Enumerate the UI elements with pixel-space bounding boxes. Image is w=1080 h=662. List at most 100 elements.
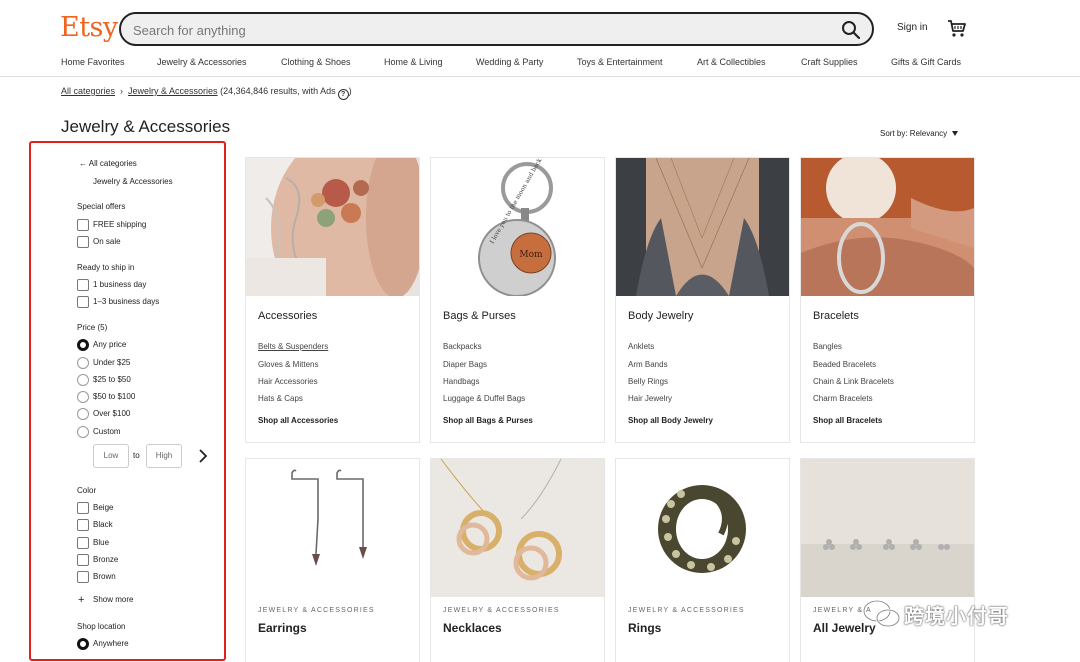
card-link[interactable]: Backpacks <box>443 342 482 351</box>
bronze-checkbox[interactable] <box>77 554 89 566</box>
brown-label: Brown <box>93 572 116 581</box>
brown-checkbox[interactable] <box>77 571 89 583</box>
black-label: Black <box>93 520 113 529</box>
etsy-logo[interactable]: Etsy <box>60 12 118 43</box>
shop-all-link[interactable]: Shop all Bracelets <box>813 416 882 425</box>
category-card-necklaces[interactable]: JEWELRY & ACCESSORIES Necklaces <box>430 458 605 662</box>
earrings-image <box>246 459 419 597</box>
nav-item-craft[interactable]: Craft Supplies <box>801 57 858 67</box>
sort-label: Sort by: Relevancy <box>880 129 948 138</box>
category-nav: Home Favorites Jewelry & Accessories Clo… <box>0 57 1080 71</box>
category-card-body-jewelry[interactable]: Body Jewelry Anklets Arm Bands Belly Rin… <box>615 157 790 443</box>
card-link[interactable]: Beaded Bracelets <box>813 360 876 369</box>
nav-item-gifts[interactable]: Gifts & Gift Cards <box>891 57 961 67</box>
shop-all-link[interactable]: Shop all Bags & Purses <box>443 416 533 425</box>
search-input[interactable] <box>133 20 823 40</box>
results-close-paren: ) <box>348 86 352 96</box>
category-card-bags-purses[interactable]: Mom I love you to the moon and back Bags… <box>430 157 605 443</box>
shop-all-link[interactable]: Shop all Body Jewelry <box>628 416 713 425</box>
category-card-bracelets[interactable]: Bracelets Bangles Beaded Bracelets Chain… <box>800 157 975 443</box>
card-title[interactable]: Rings <box>628 621 661 635</box>
search-bar[interactable] <box>119 12 874 46</box>
price-heading: Price (5) <box>77 323 108 332</box>
back-to-all-categories[interactable]: ← All categories <box>79 159 137 168</box>
results-count: (24,364,846 results, with Ads <box>220 86 336 96</box>
blue-label: Blue <box>93 538 110 547</box>
card-title[interactable]: Earrings <box>258 621 307 635</box>
card-link[interactable]: Bangles <box>813 342 842 351</box>
breadcrumb-root[interactable]: All categories <box>61 86 115 96</box>
anywhere-radio[interactable] <box>77 638 89 650</box>
help-icon[interactable]: ? <box>337 89 349 100</box>
over-100-label: Over $100 <box>93 409 131 418</box>
accessories-image <box>246 158 419 296</box>
necklaces-image <box>431 459 604 597</box>
nav-item-clothing[interactable]: Clothing & Shoes <box>281 57 351 67</box>
nav-item-home-favorites[interactable]: Home Favorites <box>61 57 125 67</box>
blue-checkbox[interactable] <box>77 537 89 549</box>
price-low-input[interactable]: Low <box>93 444 129 468</box>
any-price-radio[interactable] <box>77 339 89 351</box>
bronze-label: Bronze <box>93 555 119 564</box>
sign-in-link[interactable]: Sign in <box>897 22 928 33</box>
nav-item-art[interactable]: Art & Collectibles <box>697 57 766 67</box>
nav-item-jewelry[interactable]: Jewelry & Accessories <box>157 57 247 67</box>
card-title[interactable]: Necklaces <box>443 621 502 635</box>
one-day-checkbox[interactable] <box>77 279 89 291</box>
25-50-radio[interactable] <box>77 374 89 386</box>
plus-icon[interactable]: + <box>78 595 84 606</box>
chevron-right-icon[interactable] <box>198 449 208 463</box>
card-eyebrow: JEWELRY & ACCESSORIES <box>443 607 560 614</box>
color-heading: Color <box>77 486 97 495</box>
card-link[interactable]: Handbags <box>443 377 479 386</box>
card-title[interactable]: Bracelets <box>813 310 859 322</box>
card-link[interactable]: Belly Rings <box>628 377 668 386</box>
custom-price-radio[interactable] <box>77 426 89 438</box>
card-link[interactable]: Gloves & Mittens <box>258 360 318 369</box>
beige-checkbox[interactable] <box>77 502 89 514</box>
bags-purses-image: Mom I love you to the moon and back <box>431 158 604 296</box>
category-card-earrings[interactable]: JEWELRY & ACCESSORIES Earrings <box>245 458 420 662</box>
cart-icon[interactable] <box>947 18 967 38</box>
card-link[interactable]: Diaper Bags <box>443 360 487 369</box>
price-to-label: to <box>133 451 140 460</box>
free-shipping-checkbox[interactable] <box>77 219 89 231</box>
one-three-days-checkbox[interactable] <box>77 296 89 308</box>
card-link[interactable]: Arm Bands <box>628 360 668 369</box>
breadcrumb: All categories › Jewelry & Accessories (24… <box>61 86 352 100</box>
custom-price-label: Custom <box>93 427 121 436</box>
50-100-radio[interactable] <box>77 391 89 403</box>
card-title[interactable]: Body Jewelry <box>628 310 693 322</box>
nav-item-home-living[interactable]: Home & Living <box>384 57 443 67</box>
category-card-rings[interactable]: JEWELRY & ACCESSORIES Rings <box>615 458 790 662</box>
any-price-label: Any price <box>93 340 127 349</box>
under-25-label: Under $25 <box>93 358 131 367</box>
under-25-radio[interactable] <box>77 357 89 369</box>
card-link[interactable]: Luggage & Duffel Bags <box>443 394 525 403</box>
price-high-input[interactable]: High <box>146 444 182 468</box>
breadcrumb-current[interactable]: Jewelry & Accessories <box>128 86 218 96</box>
card-link[interactable]: Belts & Suspenders <box>258 342 328 351</box>
nav-item-toys[interactable]: Toys & Entertainment <box>577 57 663 67</box>
nav-item-wedding[interactable]: Wedding & Party <box>476 57 543 67</box>
card-link[interactable]: Charm Bracelets <box>813 394 873 403</box>
shop-all-link[interactable]: Shop all Accessories <box>258 416 338 425</box>
search-icon[interactable] <box>840 19 862 41</box>
over-100-radio[interactable] <box>77 408 89 420</box>
black-checkbox[interactable] <box>77 519 89 531</box>
50-100-label: $50 to $100 <box>93 392 136 401</box>
card-title[interactable]: Accessories <box>258 310 317 322</box>
show-more-link[interactable]: Show more <box>93 595 133 604</box>
card-link[interactable]: Chain & Link Bracelets <box>813 377 894 386</box>
card-link[interactable]: Hats & Caps <box>258 394 303 403</box>
card-link[interactable]: Hair Accessories <box>258 377 318 386</box>
on-sale-checkbox[interactable] <box>77 236 89 248</box>
page-title: Jewelry & Accessories <box>61 117 231 136</box>
header-divider <box>0 76 1080 77</box>
sort-dropdown[interactable]: Sort by: Relevancy <box>880 129 959 138</box>
card-link[interactable]: Anklets <box>628 342 654 351</box>
on-sale-label: On sale <box>93 237 121 246</box>
category-card-accessories[interactable]: Accessories Belts & Suspenders Gloves & … <box>245 157 420 443</box>
card-title[interactable]: Bags & Purses <box>443 310 516 322</box>
card-link[interactable]: Hair Jewelry <box>628 394 672 403</box>
